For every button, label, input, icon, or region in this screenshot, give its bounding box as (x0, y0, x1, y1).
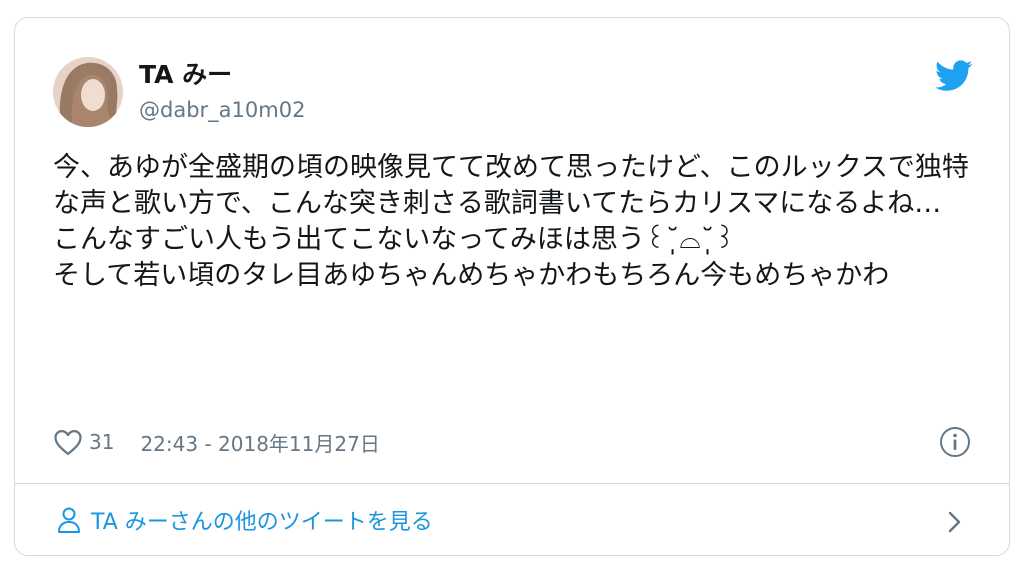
embedded-tweet-card: TA みー @dabr_a10m02 今、あゆが全盛期の頃の映像見てて改めて思っ… (14, 17, 1010, 556)
tweet-text: 今、あゆが全盛期の頃の映像見てて改めて思ったけど、このルックスで独特な声と歌い方… (53, 152, 969, 291)
like-count[interactable]: 31 (89, 430, 114, 454)
info-icon[interactable] (939, 426, 971, 458)
divider (15, 483, 1009, 484)
user-handle[interactable]: @dabr_a10m02 (139, 95, 305, 125)
avatar[interactable] (53, 57, 123, 127)
chevron-right-icon[interactable] (945, 508, 965, 536)
tweet-meta: 31 22:43 - 2018年11月27日 (53, 424, 380, 460)
avatar-image (53, 57, 123, 127)
heart-icon[interactable] (53, 428, 83, 456)
person-icon (58, 507, 80, 533)
more-tweets-link[interactable]: TA みーさんの他のツイートを見る (57, 500, 433, 540)
timestamp[interactable]: 22:43 - 2018年11月27日 (140, 428, 379, 457)
display-name[interactable]: TA みー (139, 58, 232, 92)
more-tweets-label[interactable]: TA みーさんの他のツイートを見る (91, 504, 433, 536)
twitter-bird-icon[interactable] (935, 60, 973, 92)
